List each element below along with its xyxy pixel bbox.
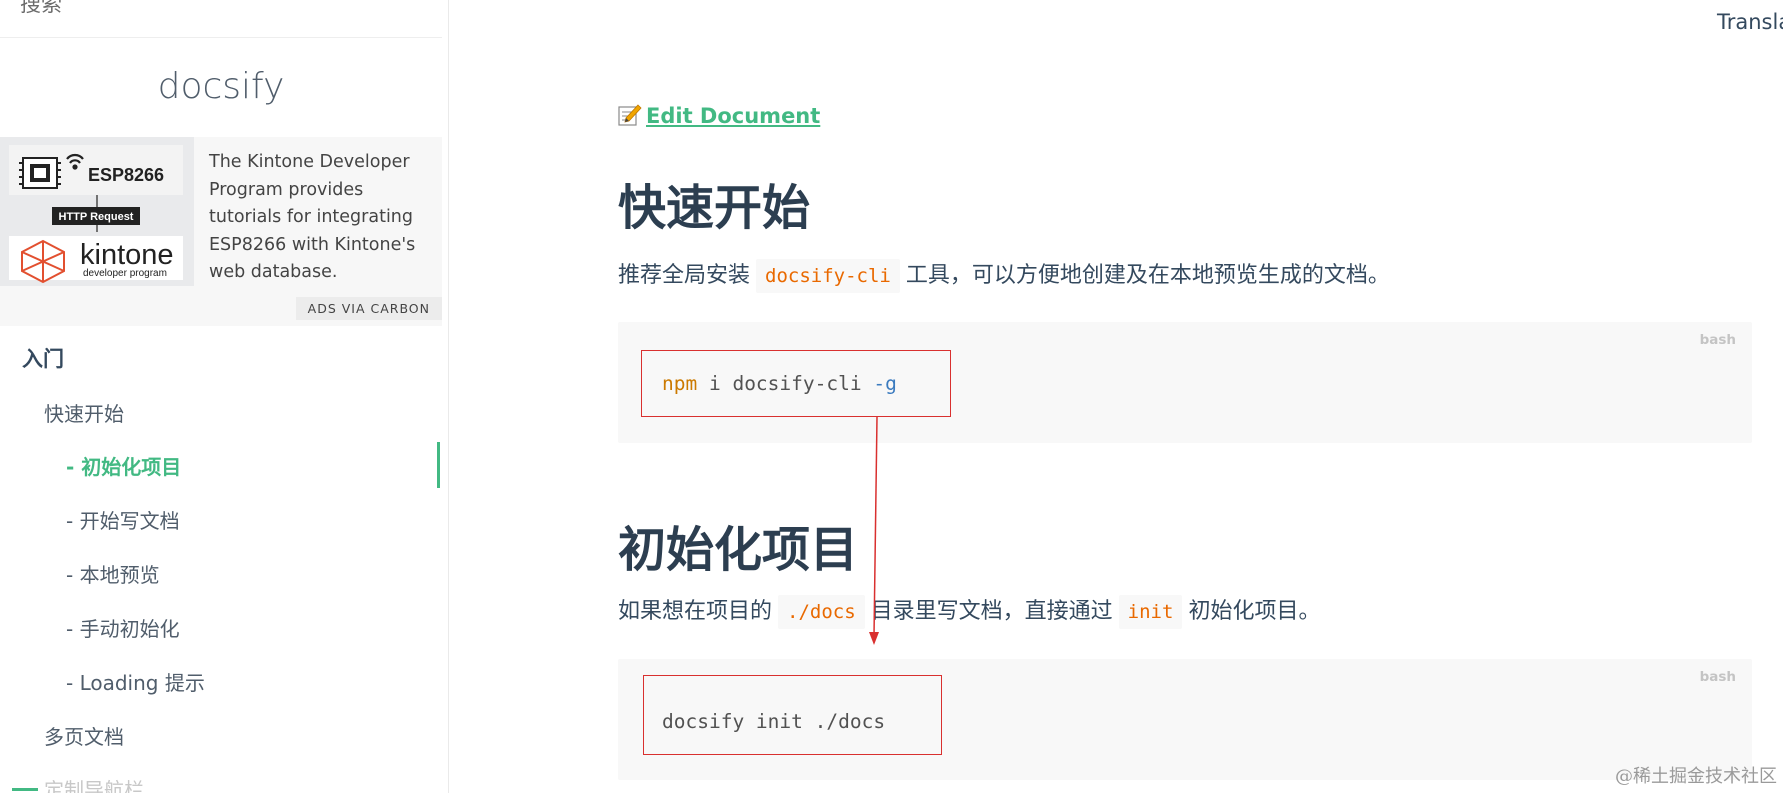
heading-init-project[interactable]: 初始化项目 bbox=[618, 510, 858, 580]
ad-chip-label: ESP8266 bbox=[88, 165, 164, 185]
para-init-after: 初始化项目。 bbox=[1188, 599, 1321, 624]
watermark: @稀土掘金技术社区 bbox=[1615, 766, 1777, 787]
search-box[interactable]: 搜索 bbox=[0, 0, 442, 38]
sidebar-item-manual-init[interactable]: - 手动初始化 bbox=[66, 613, 180, 642]
ad-image[interactable]: ESP8266 HTTP Request kintone developer p… bbox=[0, 137, 194, 286]
nav-section-title[interactable]: 入门 bbox=[22, 343, 64, 373]
chip-icon bbox=[19, 157, 61, 189]
para-init-before: 如果想在项目的 bbox=[618, 599, 773, 624]
translate-link[interactable]: Transla bbox=[1717, 10, 1783, 34]
ad-brand-label: kintone bbox=[80, 239, 174, 271]
sidebar-item-custom-navbar[interactable]: 定制导航栏 bbox=[44, 774, 144, 793]
memo-icon bbox=[618, 104, 642, 126]
para-install-after: 工具，可以方便地创建及在本地预览生成的文档。 bbox=[905, 263, 1390, 288]
paragraph-install: 推荐全局安装 docsify-cli 工具，可以方便地创建及在本地预览生成的文档。 bbox=[618, 256, 1390, 296]
app-name[interactable]: docsify bbox=[0, 66, 442, 107]
inline-code-docs: ./docs bbox=[778, 595, 865, 629]
carbon-ad: ESP8266 HTTP Request kintone developer p… bbox=[0, 137, 442, 326]
inline-code-docsify-cli: docsify-cli bbox=[756, 259, 900, 293]
main-content: Transla Edit Document 快速开始 推荐全局安装docsify… bbox=[449, 0, 1783, 793]
inline-code-init: init bbox=[1118, 595, 1183, 629]
code-lang-label: bash bbox=[1699, 332, 1736, 348]
para-install-before: 推荐全局安装 bbox=[618, 263, 751, 288]
edit-document-link[interactable]: Edit Document bbox=[618, 104, 820, 128]
ad-illustration: ESP8266 HTTP Request kintone developer p… bbox=[9, 145, 183, 284]
paragraph-init: 如果想在项目的 ./docs 目录里写文档，直接通过 init 初始化项目。 bbox=[618, 592, 1320, 632]
ad-text[interactable]: The Kintone Developer Program provides t… bbox=[209, 149, 437, 287]
sidebar-item-multi-page[interactable]: 多页文档 bbox=[44, 721, 124, 750]
annotation-box-init bbox=[643, 675, 942, 755]
ads-via-carbon-link[interactable]: ADS VIA CARBON bbox=[295, 297, 442, 320]
heading-quick-start[interactable]: 快速开始 bbox=[618, 168, 810, 238]
sidebar-item-write-docs[interactable]: - 开始写文档 bbox=[66, 505, 180, 534]
sidebar-item-init-project[interactable]: - 初始化项目 bbox=[66, 451, 181, 480]
ad-request-label: HTTP Request bbox=[59, 211, 134, 223]
para-init-mid: 目录里写文档，直接通过 bbox=[870, 599, 1113, 624]
code-lang-label: bash bbox=[1699, 669, 1736, 685]
sidebar-divider bbox=[12, 788, 38, 791]
search-input[interactable]: 搜索 bbox=[20, 0, 62, 18]
annotation-box-install bbox=[641, 350, 951, 417]
sidebar-item-local-preview[interactable]: - 本地预览 bbox=[66, 559, 160, 588]
sidebar-item-quick-start[interactable]: 快速开始 bbox=[44, 398, 124, 427]
sidebar-item-loading-tip[interactable]: - Loading 提示 bbox=[66, 667, 205, 696]
active-indicator bbox=[437, 442, 440, 488]
ad-brand-sub: developer program bbox=[83, 268, 167, 279]
sidebar: 搜索 docsify ESP8266 HTTP Request kintone … bbox=[0, 0, 449, 793]
edit-document-label[interactable]: Edit Document bbox=[646, 104, 820, 128]
